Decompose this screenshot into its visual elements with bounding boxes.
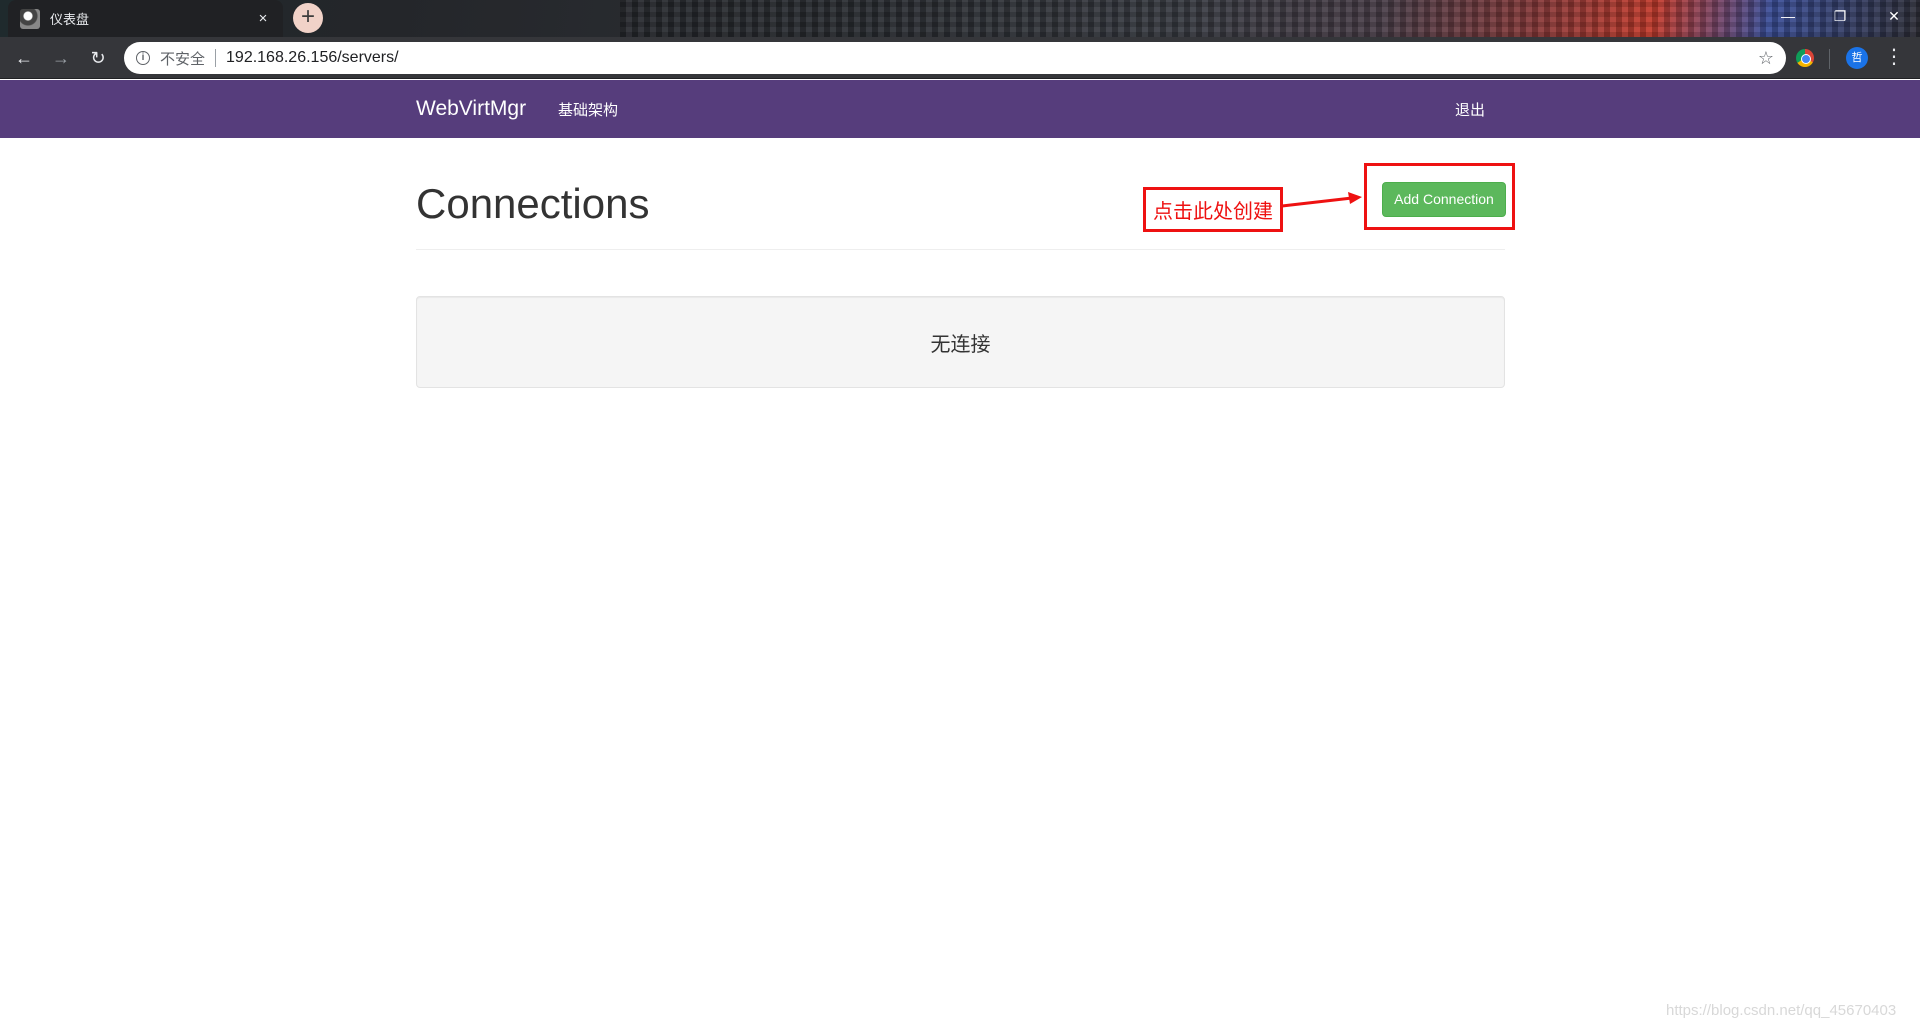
- chrome-extension-icon[interactable]: [1796, 49, 1814, 67]
- forward-arrow-icon[interactable]: →: [47, 44, 75, 72]
- webvirtmgr-favicon-icon: [20, 8, 40, 29]
- address-separator: [215, 49, 217, 67]
- watermark-text: https://blog.csdn.net/qq_45670403: [1666, 1002, 1897, 1019]
- logout-link[interactable]: 退出: [1455, 99, 1485, 120]
- toolbar-divider: [1829, 49, 1830, 69]
- page-title: Connections: [416, 180, 650, 227]
- restore-window-icon[interactable]: ❐: [1814, 0, 1866, 32]
- empty-connections-panel: 无连接: [416, 296, 1505, 388]
- nav-link-infrastructure[interactable]: 基础架构: [558, 99, 618, 120]
- not-secure-label[interactable]: 不安全: [160, 48, 205, 69]
- page-header-divider: [416, 249, 1505, 250]
- browser-tab-active[interactable]: 仪表盘 ×: [8, 0, 283, 37]
- brand-link[interactable]: WebVirtMgr: [416, 97, 526, 121]
- minimize-window-icon[interactable]: —: [1762, 0, 1814, 32]
- window-background-texture: [620, 0, 1920, 37]
- site-info-icon[interactable]: i: [136, 51, 150, 65]
- close-window-icon[interactable]: ✕: [1868, 0, 1920, 32]
- annotation-highlight-box: [1364, 163, 1515, 230]
- browser-toolbar: ← → ↻ i 不安全 192.168.26.156/servers/ ☆: [0, 37, 1920, 79]
- annotation-arrow-icon: [1281, 192, 1362, 208]
- empty-message: 无连接: [930, 333, 991, 356]
- address-bar[interactable]: i 不安全 192.168.26.156/servers/ ☆: [124, 42, 1786, 74]
- new-tab-button[interactable]: +: [293, 3, 323, 33]
- browser-tab-strip: 仪表盘 × + — ❐ ✕: [0, 0, 1920, 37]
- tab-title: 仪表盘: [50, 12, 90, 27]
- profile-avatar[interactable]: 哲: [1846, 47, 1868, 69]
- annotation-label-box: 点击此处创建: [1143, 187, 1283, 232]
- annotation-label: 点击此处创建: [1153, 201, 1273, 223]
- bookmark-star-icon[interactable]: ☆: [1758, 48, 1774, 69]
- reload-icon[interactable]: ↻: [84, 44, 112, 72]
- close-tab-icon[interactable]: ×: [255, 10, 271, 27]
- back-arrow-icon[interactable]: ←: [10, 44, 38, 72]
- top-navbar: WebVirtMgr 基础架构 退出: [0, 80, 1920, 138]
- browser-menu-icon[interactable]: ⋮: [1884, 45, 1904, 69]
- url-text[interactable]: 192.168.26.156/servers/: [226, 49, 1758, 67]
